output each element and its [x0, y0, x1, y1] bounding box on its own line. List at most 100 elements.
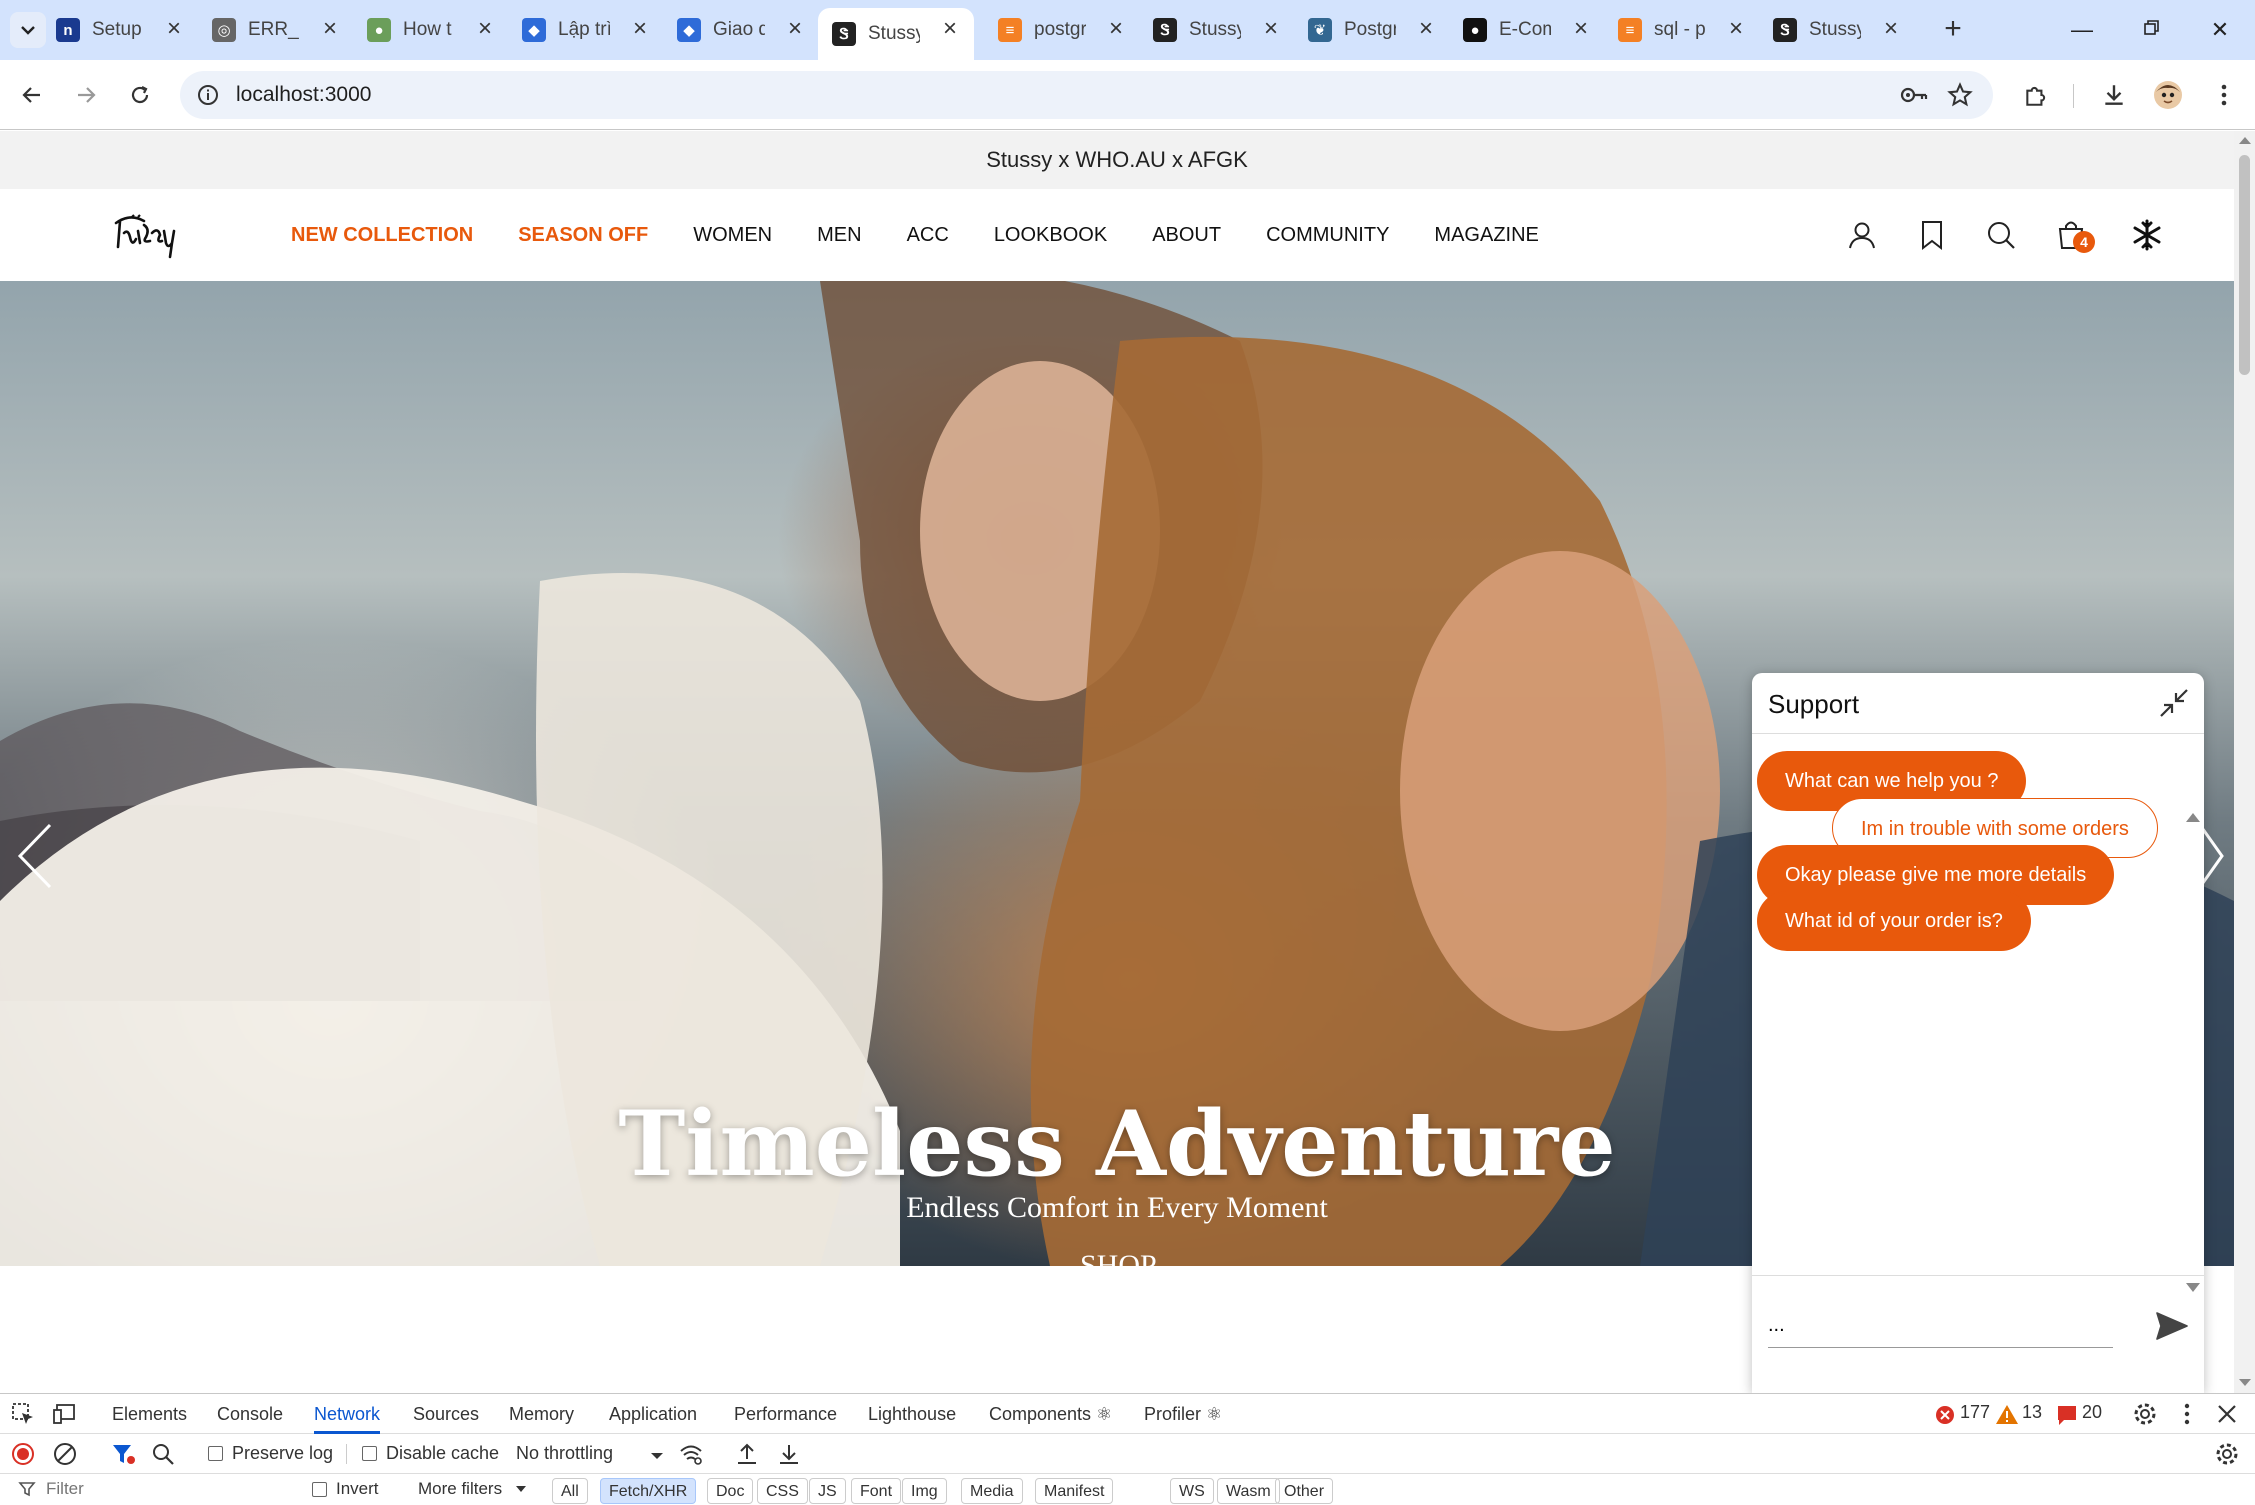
bookmark-star-button[interactable] — [1942, 77, 1978, 113]
devtools-tab-components[interactable]: Components ⚛ — [989, 1394, 1112, 1434]
browser-tab[interactable]: ◆ Lập trì × — [508, 8, 664, 52]
chat-scroll-up-arrow[interactable] — [2186, 813, 2200, 822]
record-icon[interactable] — [10, 1441, 36, 1467]
issues-count[interactable]: 20 — [2082, 1402, 2102, 1423]
preserve-log-checkbox[interactable] — [208, 1446, 223, 1461]
devtools-tab-console[interactable]: Console — [217, 1394, 283, 1434]
wishlist-button[interactable] — [1912, 215, 1952, 255]
type-filter-all[interactable]: All — [552, 1478, 588, 1504]
browser-tab[interactable]: ◆ Giao d × — [663, 8, 819, 52]
address-bar[interactable]: localhost:3000 — [180, 71, 1993, 119]
devtools-tab-performance[interactable]: Performance — [734, 1394, 837, 1434]
browser-tab[interactable]: ≡ postgr × — [984, 8, 1140, 52]
browser-tab[interactable]: ❦ Postgr × — [1294, 8, 1450, 52]
nav-link-magazine[interactable]: MAGAZINE — [1434, 224, 1538, 247]
account-button[interactable] — [1842, 215, 1882, 255]
nav-link-acc[interactable]: ACC — [907, 224, 949, 247]
disable-cache-label[interactable]: Disable cache — [386, 1443, 499, 1464]
shop-button[interactable]: SHOP — [1080, 1249, 1157, 1266]
site-info-icon[interactable] — [196, 83, 220, 107]
browser-tab[interactable]: Ꮥ Stussy × — [818, 8, 974, 60]
profile-button[interactable] — [2150, 77, 2186, 113]
close-tab-icon[interactable]: × — [938, 17, 962, 42]
close-tab-icon[interactable]: × — [1569, 17, 1593, 42]
type-filter-js[interactable]: JS — [809, 1478, 846, 1504]
clear-icon[interactable] — [52, 1441, 78, 1467]
warning-count[interactable]: 13 — [2022, 1402, 2042, 1423]
disable-cache-checkbox[interactable] — [362, 1446, 377, 1461]
type-filter-img[interactable]: Img — [902, 1478, 947, 1504]
close-tab-icon[interactable]: × — [162, 17, 186, 42]
browser-tab[interactable]: ● E-Com × — [1449, 8, 1605, 52]
devtools-tab-sources[interactable]: Sources — [413, 1394, 479, 1434]
nav-link-lookbook[interactable]: LOOKBOOK — [994, 224, 1107, 247]
import-har-icon[interactable] — [734, 1441, 760, 1467]
type-filter-manifest[interactable]: Manifest — [1035, 1478, 1114, 1504]
chat-message-input[interactable] — [1768, 1304, 2113, 1348]
close-tab-icon[interactable]: × — [1414, 17, 1438, 42]
password-key-button[interactable] — [1896, 77, 1932, 113]
invert-checkbox[interactable] — [312, 1482, 327, 1497]
forward-button[interactable] — [68, 77, 104, 113]
nav-link-season-off[interactable]: SEASON OFF — [518, 224, 648, 247]
carousel-prev-button[interactable] — [14, 821, 58, 891]
send-icon[interactable] — [2154, 1308, 2190, 1344]
close-tab-icon[interactable]: × — [1879, 17, 1903, 42]
nav-link-men[interactable]: MEN — [817, 224, 861, 247]
stussy-logo[interactable] — [110, 203, 190, 263]
url-text[interactable]: localhost:3000 — [236, 83, 371, 107]
browser-tab[interactable]: Ꮥ Stussy × — [1759, 8, 1915, 52]
dropdown-arrow-icon[interactable] — [644, 1443, 670, 1469]
export-har-icon[interactable] — [776, 1441, 802, 1467]
minimize-chat-button[interactable] — [2158, 687, 2190, 719]
devtools-tab-memory[interactable]: Memory — [509, 1394, 574, 1434]
search-icon[interactable] — [150, 1441, 176, 1467]
search-button[interactable] — [1981, 215, 2021, 255]
more-filters-arrow-icon[interactable] — [512, 1480, 530, 1498]
nav-link-new-collection[interactable]: NEW COLLECTION — [291, 224, 473, 247]
restore-button[interactable] — [2132, 12, 2172, 48]
browser-tab[interactable]: n Setup × — [42, 8, 198, 52]
more-filters-dropdown[interactable]: More filters — [418, 1479, 502, 1499]
scroll-up-arrow[interactable] — [2239, 137, 2251, 144]
preserve-log-label[interactable]: Preserve log — [232, 1443, 333, 1464]
close-tab-icon[interactable]: × — [1259, 17, 1283, 42]
scrollbar-thumb[interactable] — [2239, 155, 2250, 375]
back-button[interactable] — [14, 77, 50, 113]
device-toolbar-icon[interactable] — [52, 1401, 78, 1427]
type-filter-media[interactable]: Media — [961, 1478, 1023, 1504]
nav-link-women[interactable]: WOMEN — [693, 224, 772, 247]
close-tab-icon[interactable]: × — [1104, 17, 1128, 42]
type-filter-font[interactable]: Font — [851, 1478, 902, 1504]
page-scrollbar[interactable] — [2234, 131, 2255, 1393]
inspect-element-icon[interactable] — [10, 1401, 36, 1427]
new-tab-button[interactable]: + — [1935, 12, 1971, 48]
browser-tab[interactable]: ● How t × — [353, 8, 509, 52]
filter-icon[interactable] — [110, 1441, 136, 1467]
devtools-tab-lighthouse[interactable]: Lighthouse — [868, 1394, 956, 1434]
devtools-tab-application[interactable]: Application — [609, 1394, 697, 1434]
theme-toggle-button[interactable] — [2127, 215, 2167, 255]
minimize-button[interactable]: — — [2062, 12, 2102, 48]
devtools-tab-network[interactable]: Network — [314, 1394, 381, 1434]
downloads-button[interactable] — [2096, 77, 2132, 113]
type-filter-fetch-xhr[interactable]: Fetch/XHR — [600, 1478, 697, 1504]
close-tab-icon[interactable]: × — [473, 17, 497, 42]
browser-tab[interactable]: Ꮥ Stussy × — [1139, 8, 1295, 52]
network-conditions-icon[interactable] — [678, 1441, 704, 1467]
invert-label[interactable]: Invert — [336, 1479, 379, 1499]
close-window-button[interactable]: ✕ — [2200, 12, 2240, 48]
browser-tab[interactable]: ≡ sql - p × — [1604, 8, 1760, 52]
chat-messages[interactable]: What can we help you ? Im in trouble with… — [1752, 735, 2204, 1292]
filter-input[interactable] — [46, 1476, 286, 1502]
close-tab-icon[interactable]: × — [783, 17, 807, 42]
scroll-down-arrow[interactable] — [2239, 1379, 2251, 1386]
close-tab-icon[interactable]: × — [628, 17, 652, 42]
tab-search-button[interactable] — [10, 12, 46, 48]
browser-tab[interactable]: ◎ ERR_N × — [198, 8, 354, 52]
browser-menu-button[interactable] — [2206, 77, 2242, 113]
cart-button[interactable]: 4 — [2051, 215, 2095, 255]
throttling-select[interactable]: No throttling — [516, 1443, 613, 1464]
extensions-button[interactable] — [2018, 77, 2054, 113]
devtools-tab-profiler[interactable]: Profiler ⚛ — [1144, 1394, 1222, 1434]
